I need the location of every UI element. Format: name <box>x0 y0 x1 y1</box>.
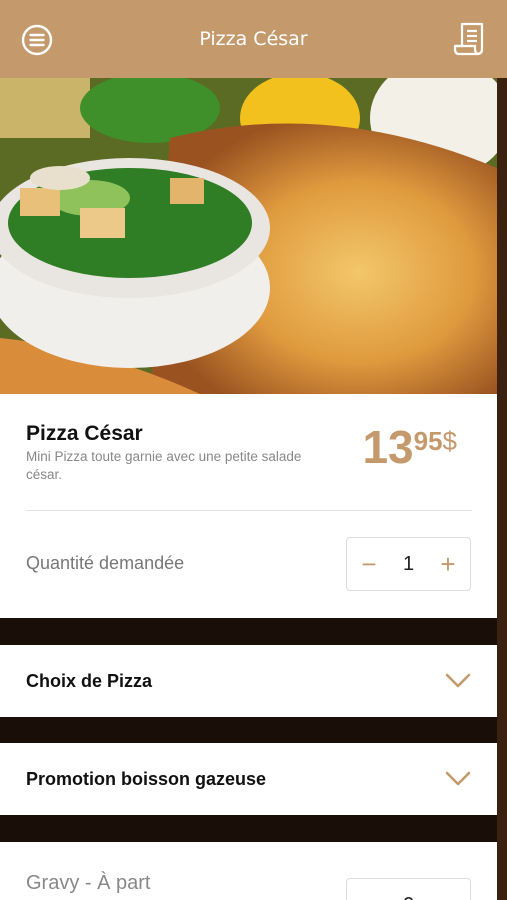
gravy-value: 0 <box>403 894 414 900</box>
pizza-salad-illustration <box>0 78 497 394</box>
quantity-label: Quantité demandée <box>26 553 185 573</box>
chevron-down-icon <box>445 771 471 786</box>
product-price: 13 95 $ <box>362 424 457 470</box>
app-header: Pizza César <box>0 0 507 78</box>
increment-button[interactable]: + <box>438 549 458 580</box>
decrement-button[interactable]: − <box>359 549 379 580</box>
option-choix-de-pizza[interactable]: Choix de Pizza <box>0 645 497 717</box>
receipt-icon <box>453 22 484 56</box>
page-title: Pizza César <box>199 28 308 50</box>
quantity-stepper: − 1 + <box>346 537 471 591</box>
menu-icon <box>21 24 53 56</box>
option-label: Choix de Pizza <box>26 670 153 691</box>
product-name: Pizza César <box>26 422 143 445</box>
cart-button[interactable] <box>453 21 487 57</box>
product-description: Mini Pizza toute garnie avec une petite … <box>26 449 302 482</box>
option-label: Promotion boisson gazeuse <box>26 768 267 789</box>
price-decimal: 95 <box>413 426 443 456</box>
price-currency: $ <box>442 426 457 456</box>
divider <box>26 510 472 511</box>
price-integer: 13 <box>362 421 414 473</box>
menu-button[interactable] <box>20 23 54 57</box>
gravy-card: Gravy - À part 0 <box>0 842 497 900</box>
scrollbar-track[interactable] <box>497 78 507 900</box>
chevron-down-icon <box>445 673 471 688</box>
product-image <box>0 78 497 394</box>
quantity-value: 1 <box>402 552 415 575</box>
gravy-label: Gravy - À part <box>26 872 151 894</box>
option-promotion-boisson[interactable]: Promotion boisson gazeuse <box>0 743 497 815</box>
product-card: Pizza César Mini Pizza toute garnie avec… <box>0 394 497 618</box>
gravy-stepper: 0 <box>346 878 471 900</box>
